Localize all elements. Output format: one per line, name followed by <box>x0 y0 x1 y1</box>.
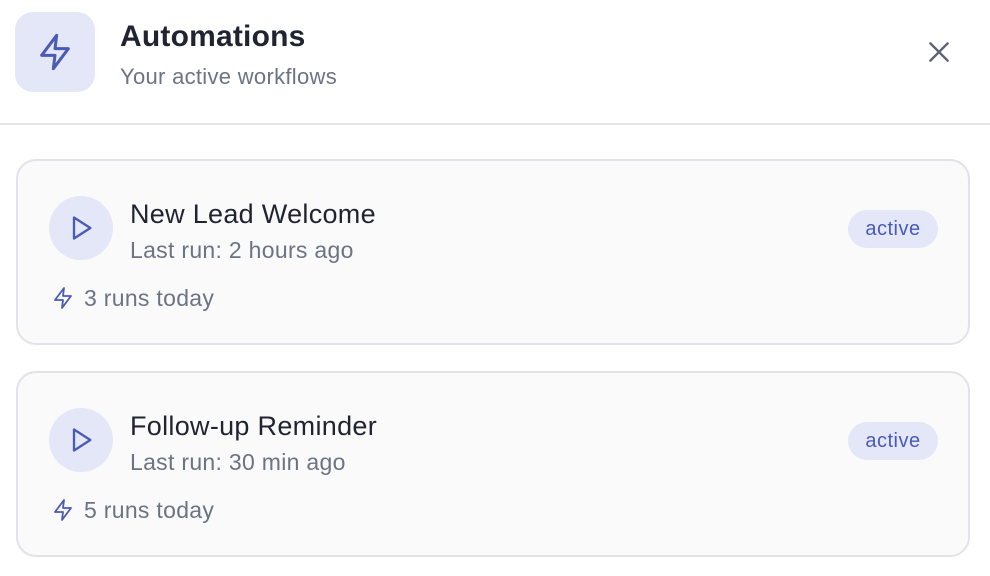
play-icon <box>72 428 92 452</box>
runs-today: 3 runs today <box>50 283 214 313</box>
close-button[interactable] <box>919 32 959 72</box>
runs-today: 5 runs today <box>50 495 214 525</box>
workflow-card[interactable]: Follow-up Reminder Last run: 30 min ago … <box>16 371 970 557</box>
run-workflow-button[interactable] <box>49 408 113 472</box>
run-workflow-button[interactable] <box>49 196 113 260</box>
runs-today-label: 5 runs today <box>84 496 215 523</box>
workflow-name: New Lead Welcome <box>130 199 376 229</box>
lightning-icon <box>15 12 95 92</box>
status-badge: active <box>848 210 938 248</box>
workflow-card[interactable]: New Lead Welcome Last run: 2 hours ago a… <box>16 159 970 345</box>
panel-subtitle: Your active workflows <box>120 64 338 89</box>
panel-title: Automations <box>120 20 306 53</box>
panel-header: Automations Your active workflows <box>0 0 990 125</box>
workflow-last-run: Last run: 2 hours ago <box>130 237 354 263</box>
play-icon <box>72 216 92 240</box>
runs-today-label: 3 runs today <box>84 284 215 311</box>
status-badge: active <box>848 422 938 460</box>
close-icon <box>929 42 949 62</box>
lightning-icon <box>50 285 76 311</box>
workflow-last-run: Last run: 30 min ago <box>130 449 346 475</box>
lightning-icon <box>50 497 76 523</box>
workflow-name: Follow-up Reminder <box>130 411 377 441</box>
